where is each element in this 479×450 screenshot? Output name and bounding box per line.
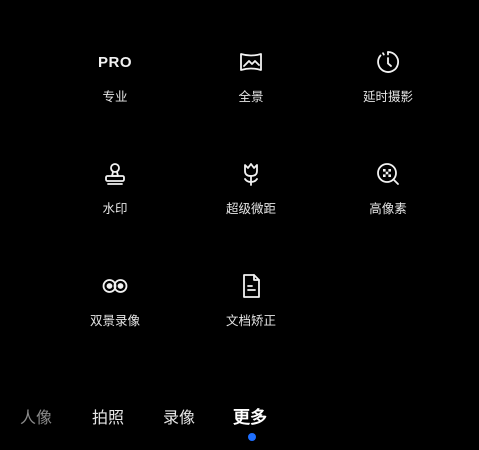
mode-label: 全景 <box>238 89 264 104</box>
mode-panorama[interactable]: 全景 <box>191 46 311 118</box>
mode-watermark[interactable]: 水印 <box>55 158 175 230</box>
mode-pro[interactable]: PRO 专业 <box>55 46 175 118</box>
mode-label: 文档矫正 <box>225 313 276 328</box>
active-tab-indicator <box>248 433 256 441</box>
mode-label: 专业 <box>102 89 128 104</box>
mode-label: 高像素 <box>369 201 407 216</box>
hi-res-magnifier-icon <box>372 158 404 190</box>
document-icon <box>235 270 267 302</box>
mode-label: 双景录像 <box>89 313 140 328</box>
timelapse-icon <box>372 46 404 78</box>
mode-dual-view[interactable]: 双景录像 <box>55 270 175 342</box>
mode-high-res[interactable]: 高像素 <box>328 158 448 230</box>
dual-view-icon <box>99 270 131 302</box>
mode-label: 超级微距 <box>225 201 276 216</box>
tulip-macro-icon <box>235 158 267 190</box>
mode-label: 延时摄影 <box>362 89 413 104</box>
panorama-icon <box>235 46 267 78</box>
stamp-icon <box>99 158 131 190</box>
mode-timelapse[interactable]: 延时摄影 <box>328 46 448 118</box>
pro-text-icon: PRO <box>98 53 133 71</box>
tab-portrait[interactable]: 人像 <box>20 404 52 428</box>
mode-super-macro[interactable]: 超级微距 <box>191 158 311 230</box>
tab-video[interactable]: 录像 <box>163 404 195 428</box>
mode-document-correction[interactable]: 文档矫正 <box>191 270 311 342</box>
tab-photo[interactable]: 拍照 <box>92 404 124 428</box>
mode-label: 水印 <box>102 201 128 216</box>
camera-mode-tabs: 人像 拍照 录像 更多 <box>0 400 479 430</box>
tab-more[interactable]: 更多 <box>233 403 267 428</box>
